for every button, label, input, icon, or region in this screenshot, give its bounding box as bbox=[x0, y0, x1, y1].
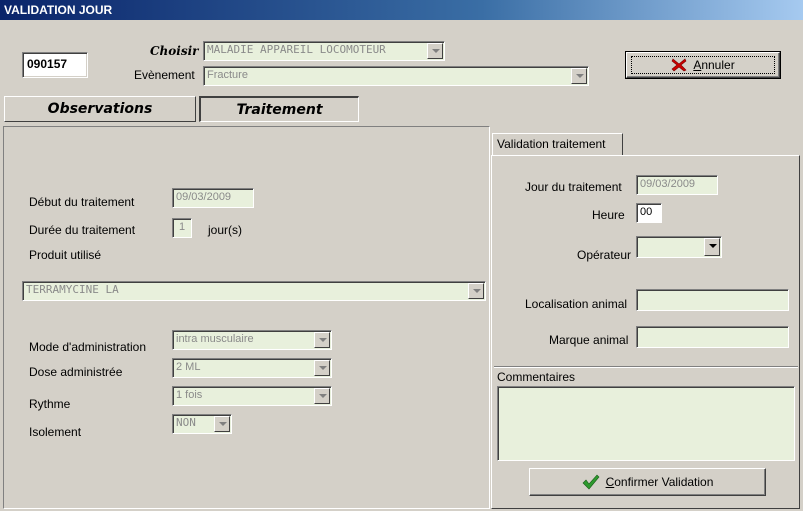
jour-label: Jour du traitement bbox=[525, 180, 622, 194]
isolement-select[interactable]: NON bbox=[172, 414, 232, 434]
commentaires-label: Commentaires bbox=[497, 370, 576, 384]
evenement-select[interactable]: Fracture bbox=[203, 66, 589, 86]
chevron-down-icon[interactable] bbox=[314, 360, 330, 376]
dose-select[interactable]: 2 ML bbox=[172, 358, 332, 378]
mode-select[interactable]: intra musculaire bbox=[172, 330, 332, 350]
confirmer-label: Confirmer Validation bbox=[605, 475, 714, 489]
animal-code-value: 090157 bbox=[27, 57, 68, 71]
chevron-down-icon[interactable] bbox=[314, 332, 330, 348]
chevron-down-icon[interactable] bbox=[571, 68, 587, 84]
produit-select[interactable]: TERRAMYCINE LA bbox=[22, 281, 486, 301]
isolement-label: Isolement bbox=[29, 425, 82, 439]
rythme-select[interactable]: 1 fois bbox=[172, 386, 332, 406]
traitement-panel bbox=[3, 126, 490, 509]
produit-label: Produit utilisé bbox=[29, 248, 102, 262]
tab-observations[interactable]: Observations bbox=[4, 96, 196, 122]
evenement-value: Fracture bbox=[207, 69, 248, 81]
operateur-label: Opérateur bbox=[577, 248, 632, 262]
annuler-button[interactable]: Annuler bbox=[626, 52, 780, 78]
rythme-label: Rythme bbox=[29, 397, 71, 411]
marque-label: Marque animal bbox=[549, 333, 629, 347]
confirmer-validation-button[interactable]: Confirmer Validation bbox=[529, 468, 766, 496]
chevron-down-icon[interactable] bbox=[468, 283, 484, 299]
debut-label: Début du traitement bbox=[29, 195, 135, 209]
choisir-label: Choisir bbox=[150, 44, 199, 58]
debut-field[interactable]: 09/03/2009 bbox=[172, 188, 254, 208]
duree-unit: jour(s) bbox=[208, 223, 243, 237]
dose-label: Dose administrée bbox=[29, 365, 123, 379]
chevron-down-icon[interactable] bbox=[427, 43, 443, 59]
operateur-select[interactable] bbox=[636, 236, 722, 258]
duree-field[interactable]: 1 bbox=[172, 218, 192, 238]
focus-rect bbox=[631, 56, 775, 74]
commentaires-divider bbox=[494, 366, 798, 368]
checkmark-icon bbox=[582, 474, 599, 490]
chevron-down-icon[interactable] bbox=[214, 416, 230, 432]
commentaires-textarea[interactable] bbox=[497, 386, 795, 461]
heure-label: Heure bbox=[592, 208, 625, 222]
validation-tab[interactable]: Validation traitement bbox=[492, 133, 623, 155]
localisation-field[interactable] bbox=[636, 289, 789, 311]
chevron-down-icon[interactable] bbox=[314, 388, 330, 404]
tab-traitement[interactable]: Traitement bbox=[199, 96, 359, 122]
duree-label: Durée du traitement bbox=[29, 223, 136, 237]
window-title: VALIDATION JOUR bbox=[0, 0, 803, 20]
evenement-label: Evènement bbox=[134, 68, 195, 82]
marque-field[interactable] bbox=[636, 326, 789, 348]
chevron-down-icon[interactable] bbox=[704, 238, 720, 256]
jour-field[interactable]: 09/03/2009 bbox=[636, 175, 718, 195]
choisir-value: MALADIE APPAREIL LOCOMOTEUR bbox=[207, 43, 386, 56]
localisation-label: Localisation animal bbox=[525, 297, 628, 311]
heure-field[interactable]: 00 bbox=[636, 203, 662, 223]
animal-code-field[interactable]: 090157 bbox=[22, 52, 88, 78]
choisir-select[interactable]: MALADIE APPAREIL LOCOMOTEUR bbox=[203, 41, 445, 61]
mode-label: Mode d'administration bbox=[29, 340, 147, 354]
